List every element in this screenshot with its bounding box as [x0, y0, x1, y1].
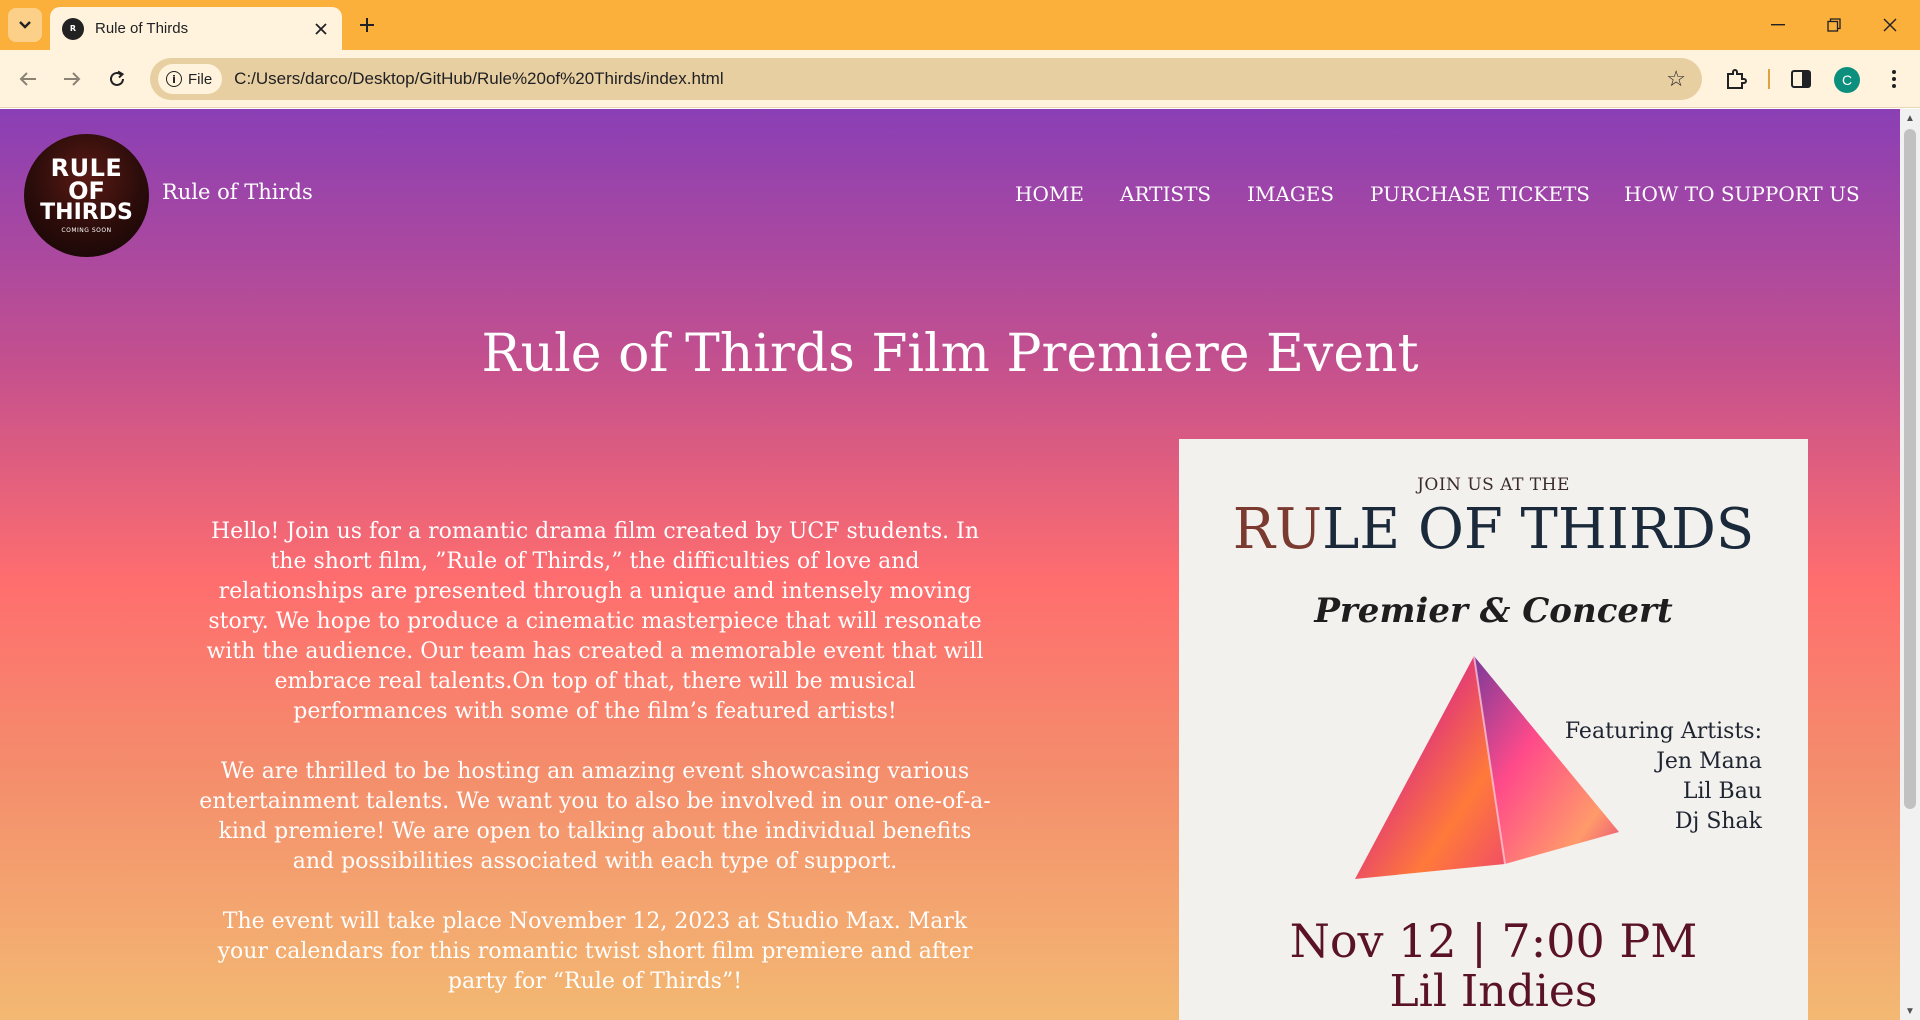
address-bar[interactable]: i File C:/Users/darco/Desktop/GitHub/Rul…: [150, 58, 1702, 100]
support-paragraph: We are thrilled to be hosting an amazing…: [199, 759, 991, 874]
poster-subtitle: Premier & Concert: [1314, 591, 1673, 631]
site-favicon-icon: R: [62, 17, 84, 40]
event-date-paragraph: The event will take place November 12, 2…: [217, 909, 973, 994]
poster-title: RULE OF THIRDS: [1232, 497, 1755, 562]
browser-tab-strip: R Rule of Thirds: [0, 0, 1920, 50]
bookmark-star-icon[interactable]: ☆: [1666, 66, 1686, 92]
close-icon: [315, 22, 327, 35]
nav-link-home[interactable]: HOME: [1015, 182, 1084, 206]
nav-link-images[interactable]: IMAGES: [1247, 182, 1334, 206]
page-viewport: RULE OF THIRDS COMING SOON Rule of Third…: [0, 109, 1920, 1020]
side-panel-button[interactable]: [1785, 63, 1817, 95]
site-info-chip[interactable]: i File: [158, 64, 223, 94]
nav-link-artists[interactable]: ARTISTS: [1120, 182, 1211, 206]
reload-button[interactable]: [99, 61, 135, 97]
url-text[interactable]: C:/Users/darco/Desktop/GitHub/Rule%20of%…: [234, 69, 1666, 89]
scroll-up-arrow-icon[interactable]: ▲: [1900, 109, 1920, 127]
site-name: Rule of Thirds: [162, 180, 313, 204]
reload-icon: [110, 70, 125, 86]
more-vertical-icon: [1892, 70, 1896, 88]
nav-link-purchase-tickets[interactable]: PURCHASE TICKETS: [1370, 182, 1590, 206]
poster-featuring: Featuring Artists: Jen Mana Lil Bau Dj S…: [1564, 719, 1762, 834]
back-button[interactable]: [10, 61, 46, 97]
tab-search-button[interactable]: [8, 8, 42, 42]
browser-menu-button[interactable]: [1878, 63, 1910, 95]
tab-title: Rule of Thirds: [95, 20, 189, 37]
scroll-down-arrow-icon[interactable]: ▼: [1900, 1002, 1920, 1020]
poster-join-text: JOIN US AT THE: [1417, 475, 1570, 495]
restore-button[interactable]: [1806, 0, 1862, 50]
arrow-left-icon: [19, 72, 36, 86]
toolbar-separator: [1768, 69, 1770, 89]
side-panel-icon: [1791, 70, 1811, 88]
forward-button[interactable]: [54, 61, 90, 97]
close-icon: [1883, 18, 1897, 32]
poster-date: Nov 12 | 7:00 PM: [1289, 914, 1698, 968]
browser-tab-active[interactable]: R Rule of Thirds: [50, 7, 342, 50]
file-chip-label: File: [188, 70, 213, 88]
tab-close-button[interactable]: [310, 18, 332, 40]
browser-toolbar: i File C:/Users/darco/Desktop/GitHub/Rul…: [0, 50, 1920, 108]
info-icon: i: [166, 71, 182, 87]
nav-link-how-to-support-us[interactable]: HOW TO SUPPORT US: [1624, 182, 1860, 206]
site-logo[interactable]: RULE OF THIRDS COMING SOON: [24, 134, 149, 257]
new-tab-button[interactable]: [352, 10, 382, 40]
intro-paragraph: Hello! Join us for a romantic drama film…: [206, 519, 984, 724]
minimize-button[interactable]: [1750, 0, 1806, 50]
extensions-button[interactable]: [1720, 63, 1752, 95]
scrollbar-thumb[interactable]: [1904, 129, 1916, 809]
chevron-down-icon: [19, 21, 31, 29]
event-poster: JOIN US AT THE RULE OF THIRDS Premier & …: [1179, 439, 1808, 1020]
arrow-right-icon: [64, 72, 81, 86]
poster-venue: Lil Indies: [1389, 966, 1598, 1017]
profile-avatar[interactable]: C: [1834, 67, 1860, 93]
page-title: Rule of Thirds Film Premiere Event: [481, 324, 1419, 384]
minimize-icon: [1771, 24, 1785, 26]
page-scrollbar[interactable]: ▲ ▼: [1900, 109, 1920, 1020]
puzzle-icon: [1727, 69, 1747, 89]
close-window-button[interactable]: [1862, 0, 1918, 50]
plus-icon: [360, 18, 374, 32]
restore-icon: [1827, 18, 1841, 32]
